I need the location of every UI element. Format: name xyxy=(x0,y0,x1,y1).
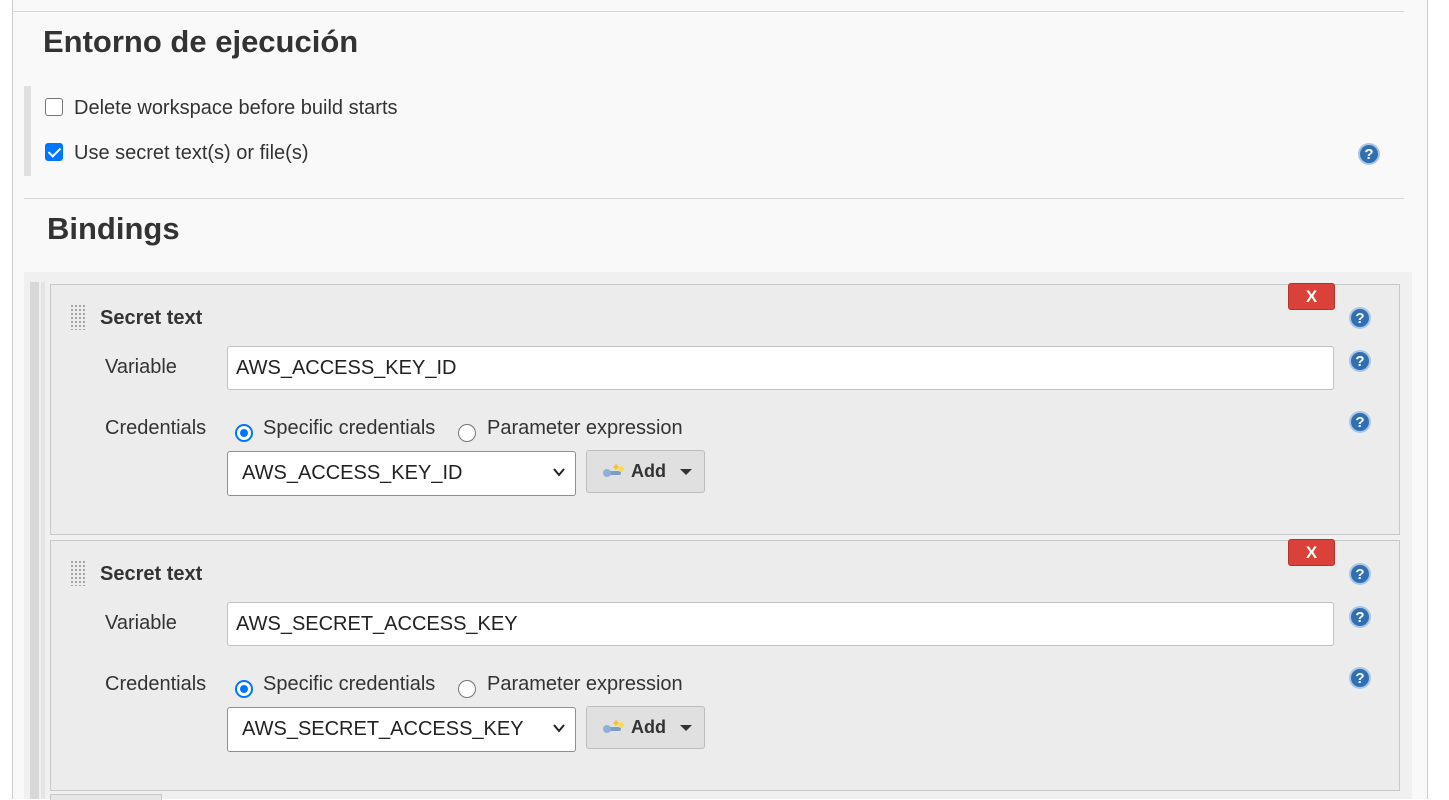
add-button-label: Add xyxy=(631,717,666,737)
credentials-label: Credentials xyxy=(105,417,207,439)
specific-credentials-radio[interactable] xyxy=(235,680,253,698)
binding-title: Secret text xyxy=(100,563,203,585)
caret-down-icon xyxy=(680,725,692,731)
runtime-section-title: Entorno de ejecución xyxy=(43,24,359,59)
delete-workspace-label[interactable]: Delete workspace before build starts xyxy=(74,97,398,120)
delete-binding-button[interactable]: X xyxy=(1288,539,1335,566)
parameter-expression-radio[interactable] xyxy=(458,680,476,698)
caret-down-icon xyxy=(680,469,692,475)
help-icon[interactable]: ? xyxy=(1349,667,1371,689)
credentials-select[interactable]: AWS_SECRET_ACCESS_KEY xyxy=(227,707,576,752)
add-binding-button[interactable] xyxy=(50,794,162,800)
bindings-divider xyxy=(24,198,1404,199)
bindings-rail-inner xyxy=(41,282,45,799)
credentials-select-value: AWS_ACCESS_KEY_ID xyxy=(242,462,463,484)
drag-handle-icon[interactable] xyxy=(70,560,86,586)
help-icon[interactable]: ? xyxy=(1358,143,1380,165)
top-divider xyxy=(12,11,1404,12)
help-icon[interactable]: ? xyxy=(1349,563,1371,585)
specific-credentials-label[interactable]: Specific credentials xyxy=(263,673,435,696)
use-secret-checkbox[interactable] xyxy=(45,143,63,161)
credentials-select-value: AWS_SECRET_ACCESS_KEY xyxy=(242,718,524,740)
binding-title: Secret text xyxy=(100,307,203,329)
specific-credentials-radio[interactable] xyxy=(235,424,253,442)
runtime-options-bar xyxy=(24,86,31,176)
add-credentials-button[interactable]: Add xyxy=(586,450,705,493)
credentials-label: Credentials xyxy=(105,673,207,695)
help-icon[interactable]: ? xyxy=(1349,350,1371,372)
variable-label: Variable xyxy=(105,612,177,634)
parameter-expression-radio[interactable] xyxy=(458,424,476,442)
delete-workspace-checkbox[interactable] xyxy=(45,98,63,116)
bindings-section-title: Bindings xyxy=(47,211,180,246)
variable-input[interactable]: AWS_SECRET_ACCESS_KEY xyxy=(227,602,1334,646)
chevron-down-icon xyxy=(553,724,565,733)
parameter-expression-label[interactable]: Parameter expression xyxy=(487,673,683,696)
key-icon xyxy=(603,464,624,477)
specific-credentials-label[interactable]: Specific credentials xyxy=(263,417,435,440)
use-secret-label[interactable]: Use secret text(s) or file(s) xyxy=(74,142,308,165)
binding-card: Secret text X ? Variable AWS_SECRET_ACCE… xyxy=(50,539,1400,791)
chevron-down-icon xyxy=(553,468,565,477)
bindings-rail xyxy=(30,282,39,799)
variable-label: Variable xyxy=(105,356,177,378)
credentials-select[interactable]: AWS_ACCESS_KEY_ID xyxy=(227,451,576,496)
parameter-expression-label[interactable]: Parameter expression xyxy=(487,417,683,440)
help-icon[interactable]: ? xyxy=(1349,606,1371,628)
binding-card: Secret text X ? Variable AWS_ACCESS_KEY_… xyxy=(50,283,1400,535)
delete-binding-button[interactable]: X xyxy=(1288,283,1335,310)
add-button-label: Add xyxy=(631,461,666,481)
drag-handle-icon[interactable] xyxy=(70,304,86,330)
help-icon[interactable]: ? xyxy=(1349,307,1371,329)
help-icon[interactable]: ? xyxy=(1349,411,1371,433)
add-credentials-button[interactable]: Add xyxy=(586,706,705,749)
variable-input[interactable]: AWS_ACCESS_KEY_ID xyxy=(227,346,1334,390)
key-icon xyxy=(603,720,624,733)
